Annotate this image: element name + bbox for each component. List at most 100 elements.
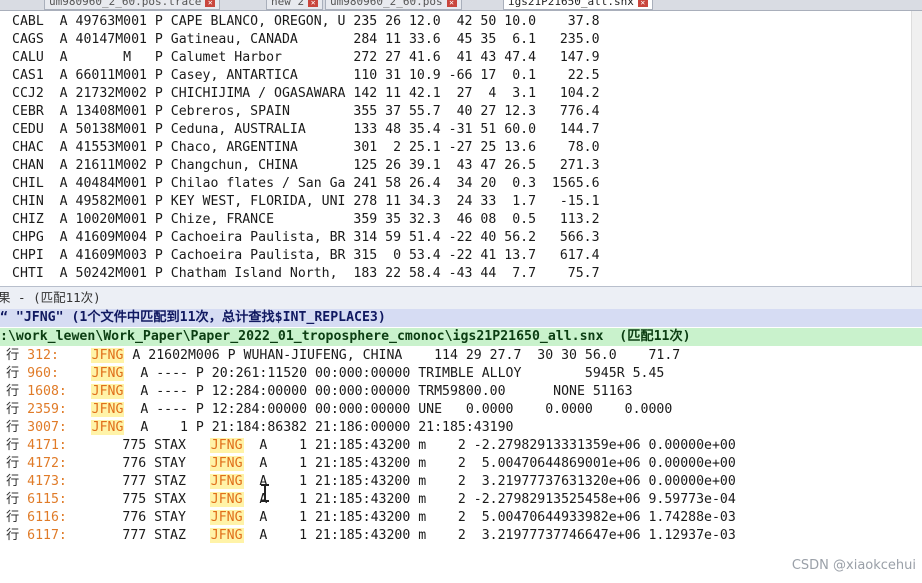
editor-line: CHAN A 21611M002 P Changchun, CHINA 125 … bbox=[12, 158, 600, 173]
editor-line: CHPG A 41609M004 P Cachoeira Paulista, B… bbox=[12, 230, 600, 245]
editor-line: CALU A M P Calumet Harbor 272 27 41.6 41… bbox=[12, 50, 600, 65]
result-row-label: 行 bbox=[6, 492, 28, 507]
result-row-label: 行 bbox=[6, 474, 28, 489]
search-summary[interactable]: “ "JFNG" (1个文件中匹配到11次，总计查找$INT_REPLACE3) bbox=[0, 309, 922, 327]
search-result-row[interactable]: 行 960: JFNG A ---- P 20:261:11520 00:000… bbox=[6, 365, 664, 383]
search-result-row[interactable]: 行 3007: JFNG A 1 P 21:184:86382 21:186:0… bbox=[6, 419, 513, 437]
match-highlight: JFNG bbox=[90, 402, 125, 417]
match-highlight: JFNG bbox=[209, 474, 244, 489]
result-row-label: 行 bbox=[6, 510, 28, 525]
result-line-number: 1608: bbox=[27, 384, 75, 399]
result-row-label: 行 bbox=[6, 348, 28, 363]
results-panel-title: 果 - (匹配11次) bbox=[0, 290, 101, 305]
search-result-row[interactable]: 行 6116: 776 STAY JFNG A 1 21:185:43200 m… bbox=[6, 509, 736, 527]
result-file-path[interactable]: :\work_lewen\Work_Paper\Paper_2022_01_tr… bbox=[0, 328, 922, 346]
tab-new-2[interactable]: new 2 ✕ bbox=[266, 0, 324, 10]
editor-line: CHAC A 41553M001 P Chaco, ARGENTINA 301 … bbox=[12, 140, 600, 155]
results-panel-header[interactable]: 果 - (匹配11次) bbox=[0, 286, 922, 310]
result-text-before: 776 STAY bbox=[74, 510, 210, 525]
result-text-after: A 1 21:185:43200 m 2 3.21977737746647e+0… bbox=[243, 528, 736, 543]
match-highlight: JFNG bbox=[209, 456, 244, 471]
result-text-after: A 1 21:185:43200 m 2 3.21977737631320e+0… bbox=[243, 474, 736, 489]
tab-snx[interactable]: igs21P21650_all.snx ✕ bbox=[503, 0, 653, 10]
editor-scrollbar[interactable] bbox=[911, 11, 922, 286]
tab-trace[interactable]: um980960_2_60.pos.trace ✕ bbox=[44, 0, 221, 10]
result-row-label: 行 bbox=[6, 402, 28, 417]
editor-line: CAS1 A 66011M001 P Casey, ANTARTICA 110 … bbox=[12, 68, 600, 83]
editor-line: CABL A 49763M001 P CAPE BLANCO, OREGON, … bbox=[12, 14, 600, 29]
search-result-row[interactable]: 行 4171: 775 STAX JFNG A 1 21:185:43200 m… bbox=[6, 437, 736, 455]
result-line-number: 4172: bbox=[27, 456, 75, 471]
result-line-number: 4173: bbox=[27, 474, 75, 489]
match-highlight: JFNG bbox=[209, 492, 244, 507]
search-result-row[interactable]: 行 6115: 775 STAX JFNG A 1 21:185:43200 m… bbox=[6, 491, 736, 509]
result-line-number: 6116: bbox=[27, 510, 75, 525]
result-line-number: 6115: bbox=[27, 492, 75, 507]
result-row-label: 行 bbox=[6, 438, 28, 453]
editor-line: CHIZ A 10020M001 P Chize, FRANCE 359 35 … bbox=[12, 212, 600, 227]
result-text-before bbox=[75, 384, 91, 399]
close-icon[interactable]: ✕ bbox=[308, 0, 319, 7]
result-text-before: 775 STAX bbox=[74, 438, 210, 453]
result-text-after: A 1 21:185:43200 m 2 -2.27982913331359e+… bbox=[243, 438, 736, 453]
result-text-after: A ---- P 12:284:00000 00:000:00000 UNE 0… bbox=[124, 402, 673, 417]
editor-line: CEDU A 50138M001 P Ceduna, AUSTRALIA 133… bbox=[12, 122, 600, 137]
result-line-number: 3007: bbox=[27, 420, 75, 435]
result-text-after: A 1 21:185:43200 m 2 -2.27982913525458e+… bbox=[243, 492, 736, 507]
close-icon[interactable]: ✕ bbox=[637, 0, 648, 7]
result-text-after: A 21602M006 P WUHAN-JIUFENG, CHINA 114 2… bbox=[124, 348, 681, 363]
result-text-before: 775 STAX bbox=[74, 492, 210, 507]
editor-pane[interactable]: CABL A 49763M001 P CAPE BLANCO, OREGON, … bbox=[0, 11, 922, 286]
result-text-before: 776 STAY bbox=[74, 456, 210, 471]
result-text-before bbox=[75, 348, 91, 363]
tab-label: um980960_2_60.pos.trace bbox=[49, 0, 202, 8]
result-line-number: 2359: bbox=[27, 402, 75, 417]
result-row-label: 行 bbox=[6, 366, 28, 381]
match-highlight: JFNG bbox=[90, 384, 125, 399]
result-text-after: A ---- P 20:261:11520 00:000:00000 TRIMB… bbox=[124, 366, 665, 381]
text-cursor-icon bbox=[261, 484, 269, 502]
match-highlight: JFNG bbox=[90, 366, 125, 381]
tab-bar: um980960_2_60.pos.trace ✕ new 2 ✕ um980960… bbox=[0, 0, 922, 11]
search-result-row[interactable]: 行 312: JFNG A 21602M006 P WUHAN-JIUFENG,… bbox=[6, 347, 680, 365]
editor-line: CCJ2 A 21732M002 P CHICHIJIMA / OGASAWAR… bbox=[12, 86, 600, 101]
editor-line: CEBR A 13408M001 P Cebreros, SPAIN 355 3… bbox=[12, 104, 600, 119]
search-result-row[interactable]: 行 4173: 777 STAZ JFNG A 1 21:185:43200 m… bbox=[6, 473, 736, 491]
match-highlight: JFNG bbox=[209, 510, 244, 525]
result-text-before bbox=[75, 402, 91, 417]
search-result-row[interactable]: 行 2359: JFNG A ---- P 12:284:00000 00:00… bbox=[6, 401, 672, 419]
search-results-panel[interactable]: “ "JFNG" (1个文件中匹配到11次，总计查找$INT_REPLACE3)… bbox=[0, 309, 922, 583]
result-text-before: 777 STAZ bbox=[74, 474, 210, 489]
result-text-before bbox=[75, 420, 91, 435]
tab-label: um980960_2_60.pos bbox=[330, 0, 443, 8]
search-result-row[interactable]: 行 4172: 776 STAY JFNG A 1 21:185:43200 m… bbox=[6, 455, 736, 473]
editor-line: CHIN A 49582M001 P KEY WEST, FLORIDA, UN… bbox=[12, 194, 600, 209]
tab-label: new 2 bbox=[271, 0, 305, 8]
result-text-before: 777 STAZ bbox=[74, 528, 210, 543]
result-row-label: 行 bbox=[6, 420, 28, 435]
search-result-row[interactable]: 行 1608: JFNG A ---- P 12:284:00000 00:00… bbox=[6, 383, 633, 401]
watermark: CSDN @xiaokcehui bbox=[791, 558, 916, 573]
result-text-before bbox=[75, 366, 91, 381]
match-highlight: JFNG bbox=[209, 438, 244, 453]
editor-line: CAGS A 40147M001 P Gatineau, CANADA 284 … bbox=[12, 32, 600, 47]
result-row-label: 行 bbox=[6, 456, 28, 471]
result-text-after: A 1 21:185:43200 m 2 5.00470644933982e+0… bbox=[243, 510, 736, 525]
tab-pos[interactable]: um980960_2_60.pos ✕ bbox=[325, 0, 462, 10]
result-line-number: 960: bbox=[27, 366, 75, 381]
result-text-after: A 1 P 21:184:86382 21:186:00000 21:185:4… bbox=[124, 420, 514, 435]
match-highlight: JFNG bbox=[209, 528, 244, 543]
result-line-number: 4171: bbox=[27, 438, 75, 453]
result-row-label: 行 bbox=[6, 528, 28, 543]
tab-label: igs21P21650_all.snx bbox=[508, 0, 634, 8]
result-line-number: 6117: bbox=[27, 528, 75, 543]
match-highlight: JFNG bbox=[90, 420, 125, 435]
editor-line: CHTI A 50242M001 P Chatham Island North,… bbox=[12, 266, 600, 281]
match-highlight: JFNG bbox=[90, 348, 125, 363]
close-icon[interactable]: ✕ bbox=[446, 0, 457, 7]
result-text-after: A ---- P 12:284:00000 00:000:00000 TRM59… bbox=[124, 384, 633, 399]
search-result-row[interactable]: 行 6117: 777 STAZ JFNG A 1 21:185:43200 m… bbox=[6, 527, 736, 545]
close-icon[interactable]: ✕ bbox=[205, 0, 216, 7]
result-line-number: 312: bbox=[27, 348, 75, 363]
editor-line: CHPI A 41609M003 P Cachoeira Paulista, B… bbox=[12, 248, 600, 263]
